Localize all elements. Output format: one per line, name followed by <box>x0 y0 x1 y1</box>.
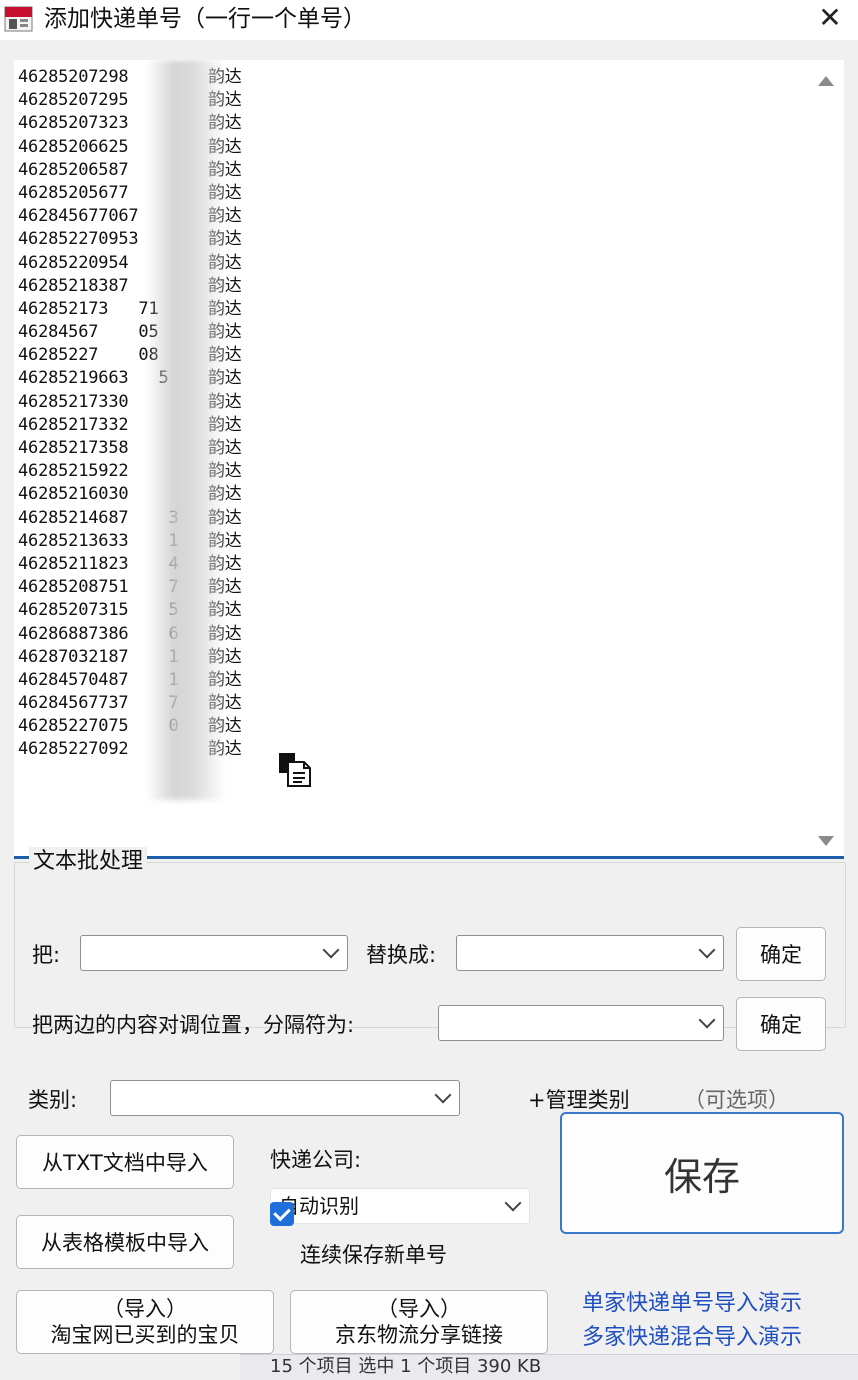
replace-to-combo[interactable] <box>456 935 724 971</box>
chevron-down-icon <box>504 1194 522 1212</box>
save-button[interactable]: 保存 <box>560 1112 844 1234</box>
import-taobao-line1: （导入） <box>103 1297 187 1321</box>
explorer-status-bar: 15 个项目 选中 1 个项目 390 KB <box>240 1354 858 1380</box>
import-jd-line1: （导入） <box>377 1297 461 1321</box>
manage-category-link[interactable]: +管理类别 <box>528 1085 630 1115</box>
chevron-down-icon <box>698 1011 716 1029</box>
title-bar: 添加快递单号（一行一个单号） ✕ <box>0 0 858 40</box>
confirm-replace-button[interactable]: 确定 <box>736 927 826 981</box>
import-jd-button[interactable]: （导入） 京东物流分享链接 <box>290 1290 548 1354</box>
tracking-numbers-textarea[interactable]: 46285207298韵达46285207295韵达46285207323韵达4… <box>14 60 844 859</box>
optional-hint: （可选项） <box>684 1088 789 1112</box>
import-txt-button[interactable]: 从TXT文档中导入 <box>16 1135 234 1189</box>
chevron-down-icon <box>698 941 716 959</box>
chevron-down-icon <box>322 941 340 959</box>
redaction-blur <box>146 60 226 800</box>
vertical-scrollbar[interactable] <box>810 60 844 856</box>
replace-from-label: 把: <box>32 943 61 967</box>
import-taobao-button[interactable]: （导入） 淘宝网已买到的宝贝 <box>16 1290 274 1354</box>
close-button[interactable]: ✕ <box>816 4 844 32</box>
import-table-button[interactable]: 从表格模板中导入 <box>16 1215 234 1269</box>
app-icon <box>4 6 33 32</box>
swap-separator-label: 把两边的内容对调位置，分隔符为: <box>32 1013 355 1037</box>
continuous-save-checkbox[interactable] <box>270 1202 294 1226</box>
scroll-down-arrow-icon[interactable] <box>818 836 834 846</box>
courier-label: 快递公司: <box>270 1148 362 1172</box>
chevron-down-icon <box>434 1086 452 1104</box>
close-icon: ✕ <box>818 1 842 34</box>
confirm-swap-button[interactable]: 确定 <box>736 997 826 1051</box>
replace-to-label: 替换成: <box>366 943 437 967</box>
paste-icon <box>279 753 311 787</box>
scroll-up-arrow-icon[interactable] <box>818 76 834 86</box>
continuous-save-label: 连续保存新单号 <box>300 1243 447 1267</box>
single-courier-demo-link[interactable]: 单家快递单号导入演示 <box>582 1289 802 1319</box>
window-title: 添加快递单号（一行一个单号） <box>44 6 366 32</box>
batch-processing-title: 文本批处理 <box>29 847 148 877</box>
category-combo[interactable] <box>110 1080 460 1116</box>
replace-from-combo[interactable] <box>80 935 348 971</box>
multi-courier-demo-link[interactable]: 多家快递混合导入演示 <box>582 1323 802 1353</box>
separator-combo[interactable] <box>438 1005 724 1041</box>
import-taobao-line2: 淘宝网已买到的宝贝 <box>50 1323 240 1347</box>
import-jd-line2: 京东物流分享链接 <box>335 1323 503 1347</box>
category-label: 类别: <box>28 1088 78 1112</box>
courier-combo[interactable]: 自动识别 <box>270 1188 530 1224</box>
